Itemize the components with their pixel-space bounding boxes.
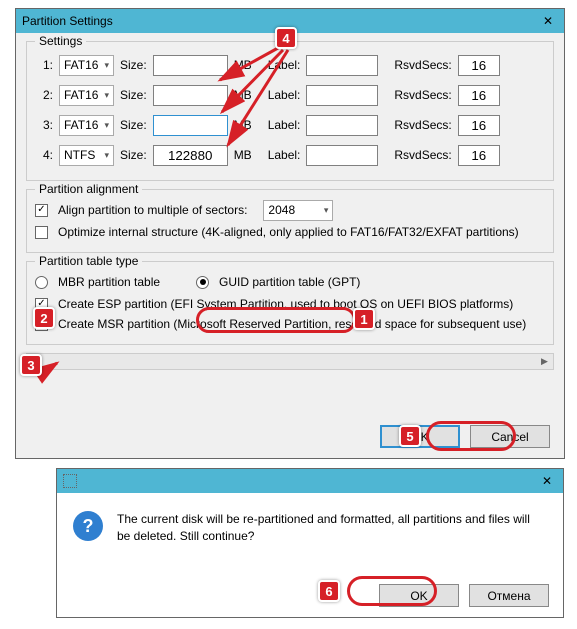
rsv-input-2[interactable] bbox=[458, 85, 500, 106]
partition-row-2: 2: FAT16▾ Size: MB Label: RsvdSecs: bbox=[35, 80, 545, 110]
scroll-right-icon[interactable]: ▶ bbox=[536, 354, 553, 369]
horizontal-scrollbar[interactable]: ◀ ▶ bbox=[26, 353, 554, 370]
scroll-left-icon[interactable]: ◀ bbox=[27, 354, 44, 369]
chevron-down-icon: ▾ bbox=[104, 90, 109, 101]
fs-select-1[interactable]: FAT16▾ bbox=[59, 55, 114, 76]
ok-button[interactable]: OK bbox=[380, 425, 460, 448]
partition-row-3: 3: FAT16▾ Size: MB Label: RsvdSecs: bbox=[35, 110, 545, 140]
msr-label: Create MSR partition (Microsoft Reserved… bbox=[58, 317, 526, 331]
partition-row-4: 4: NTFS▾ Size: MB Label: RsvdSecs: bbox=[35, 140, 545, 170]
close-icon[interactable]: ✕ bbox=[537, 472, 557, 490]
fs-select-4[interactable]: NTFS▾ bbox=[59, 145, 114, 166]
chevron-down-icon: ▾ bbox=[104, 60, 109, 71]
confirmation-message: The current disk will be re-partitioned … bbox=[117, 511, 547, 545]
alignment-group: Partition alignment Align partition to m… bbox=[26, 189, 554, 253]
rsv-input-4[interactable] bbox=[458, 145, 500, 166]
size-input-4[interactable] bbox=[153, 145, 228, 166]
rsv-label: RsvdSecs: bbox=[394, 58, 451, 72]
size-input-2[interactable] bbox=[153, 85, 228, 106]
close-icon[interactable]: ✕ bbox=[538, 12, 558, 30]
label-input-2[interactable] bbox=[306, 85, 378, 106]
gpt-radio[interactable] bbox=[196, 276, 209, 289]
partition-settings-dialog: Partition Settings ✕ Settings 1: FAT16▾ … bbox=[15, 8, 565, 459]
size-input-3[interactable] bbox=[153, 115, 228, 136]
settings-group: Settings 1: FAT16▾ Size: MB Label: RsvdS… bbox=[26, 41, 554, 181]
fs-select-2[interactable]: FAT16▾ bbox=[59, 85, 114, 106]
partition-table-type-group: Partition table type MBR partition table… bbox=[26, 261, 554, 345]
label-input-4[interactable] bbox=[306, 145, 378, 166]
mbr-label: MBR partition table bbox=[58, 275, 160, 289]
gpt-label: GUID partition table (GPT) bbox=[219, 275, 360, 289]
label-input-1[interactable] bbox=[306, 55, 378, 76]
size-input-1[interactable] bbox=[153, 55, 228, 76]
confirm-cancel-button[interactable]: Отмена bbox=[469, 584, 549, 607]
fs-select-3[interactable]: FAT16▾ bbox=[59, 115, 114, 136]
chevron-down-icon: ▾ bbox=[104, 150, 109, 161]
align-sectors-select[interactable]: 2048▾ bbox=[263, 200, 333, 221]
confirmation-dialog: ✕ ? The current disk will be re-partitio… bbox=[56, 468, 564, 618]
chevron-down-icon: ▾ bbox=[104, 120, 109, 131]
title-bar: ✕ bbox=[57, 469, 563, 493]
dialog-title: Partition Settings bbox=[22, 14, 113, 28]
label-input-3[interactable] bbox=[306, 115, 378, 136]
ptt-legend: Partition table type bbox=[35, 254, 142, 268]
confirm-ok-button[interactable]: OK bbox=[379, 584, 459, 607]
msr-checkbox[interactable] bbox=[35, 318, 48, 331]
optimize-checkbox[interactable] bbox=[35, 226, 48, 239]
esp-label: Create ESP partition (EFI System Partiti… bbox=[58, 297, 513, 311]
label-label: Label: bbox=[268, 58, 301, 72]
row-index: 1: bbox=[35, 58, 53, 72]
mb-label: MB bbox=[234, 58, 252, 72]
optimize-label: Optimize internal structure (4K-aligned,… bbox=[58, 225, 519, 239]
rsv-input-3[interactable] bbox=[458, 115, 500, 136]
align-label: Align partition to multiple of sectors: bbox=[58, 203, 247, 217]
app-icon bbox=[63, 474, 77, 488]
esp-checkbox[interactable] bbox=[35, 298, 48, 311]
partition-row-1: 1: FAT16▾ Size: MB Label: RsvdSecs: bbox=[35, 50, 545, 80]
rsv-input-1[interactable] bbox=[458, 55, 500, 76]
title-bar: Partition Settings ✕ bbox=[16, 9, 564, 33]
question-icon: ? bbox=[73, 511, 103, 541]
alignment-legend: Partition alignment bbox=[35, 182, 142, 196]
size-label: Size: bbox=[120, 58, 147, 72]
mbr-radio[interactable] bbox=[35, 276, 48, 289]
align-checkbox[interactable] bbox=[35, 204, 48, 217]
cancel-button[interactable]: Cancel bbox=[470, 425, 550, 448]
settings-legend: Settings bbox=[35, 34, 86, 48]
chevron-down-icon: ▾ bbox=[324, 205, 329, 216]
